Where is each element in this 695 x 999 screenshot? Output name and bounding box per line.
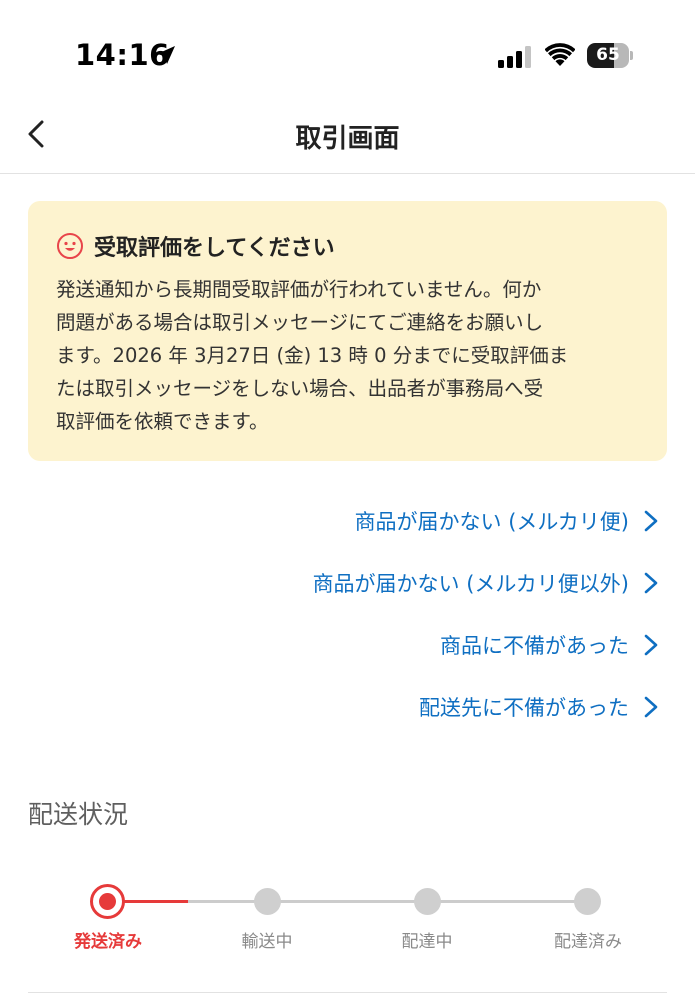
notice-body: 発送通知から長期間受取評価が行われていません。何か 問題がある場合は取引メッセー…: [56, 273, 639, 438]
wifi-icon: [545, 43, 575, 66]
step-dot-inner: [99, 893, 116, 910]
chevron-right-icon: [644, 572, 658, 594]
step-label-out-for-delivery: 配達中: [401, 932, 453, 952]
step-label-delivered: 配達済み: [554, 932, 622, 952]
link-label: 配送先に不備があった: [419, 696, 629, 720]
divider: [28, 992, 667, 993]
notice-line: ます。2026 年 3月27日 (金) 13 時 0 分までに受取評価ま: [56, 344, 569, 367]
chevron-right-icon: [644, 696, 658, 718]
battery-indicator: 65: [587, 43, 633, 68]
link-item-not-delivered-other[interactable]: 商品が届かない (メルカリ便以外): [313, 563, 659, 603]
shipping-status-heading: 配送状況: [28, 800, 129, 829]
status-bar: 14:16 65: [0, 0, 695, 110]
link-item-address-defect[interactable]: 配送先に不備があった: [419, 687, 659, 727]
notice-line: たは取引メッセージをしない場合、出品者が事務局へ受: [56, 377, 544, 400]
step-label-shipped: 発送済み: [74, 932, 142, 952]
battery-level: 65: [596, 45, 620, 65]
notice-line: 発送通知から長期間受取評価が行われていません。何か: [56, 278, 542, 301]
notice-line: 取評価を依頼できます。: [56, 410, 269, 433]
step-dot-shipped: [90, 884, 125, 919]
chevron-right-icon: [644, 510, 658, 532]
step-dot-in-transit: [254, 888, 281, 915]
notice-line: 問題がある場合は取引メッセージにてご連絡をお願いし: [56, 311, 544, 334]
notice-header: 受取評価をしてください: [56, 231, 639, 261]
link-item-not-delivered-mercari[interactable]: 商品が届かない (メルカリ便): [355, 501, 659, 541]
nav-bar: 取引画面: [0, 100, 695, 174]
link-label: 商品が届かない (メルカリ便): [354, 510, 629, 534]
step-dot-delivered: [574, 888, 601, 915]
notice-title: 受取評価をしてください: [94, 236, 335, 261]
page-title: 取引画面: [295, 124, 400, 154]
chevron-right-icon: [644, 634, 658, 656]
battery-icon: 65: [587, 43, 629, 68]
cellular-signal-icon: [498, 46, 531, 68]
receipt-evaluation-notice: 受取評価をしてください 発送通知から長期間受取評価が行われていません。何か 問題…: [28, 201, 667, 461]
step-dot-out-for-delivery: [414, 888, 441, 915]
step-label-in-transit: 輸送中: [241, 932, 293, 952]
smiley-face-icon: [57, 233, 83, 259]
battery-cap: [630, 51, 633, 60]
link-item-item-defect[interactable]: 商品に不備があった: [440, 625, 659, 665]
link-label: 商品が届かない (メルカリ便以外): [312, 572, 629, 596]
location-arrow-icon: [157, 46, 175, 64]
shipping-progress-stepper: 発送済み 輸送中 配達中 配達済み: [0, 870, 695, 980]
link-label: 商品に不備があった: [440, 634, 629, 658]
